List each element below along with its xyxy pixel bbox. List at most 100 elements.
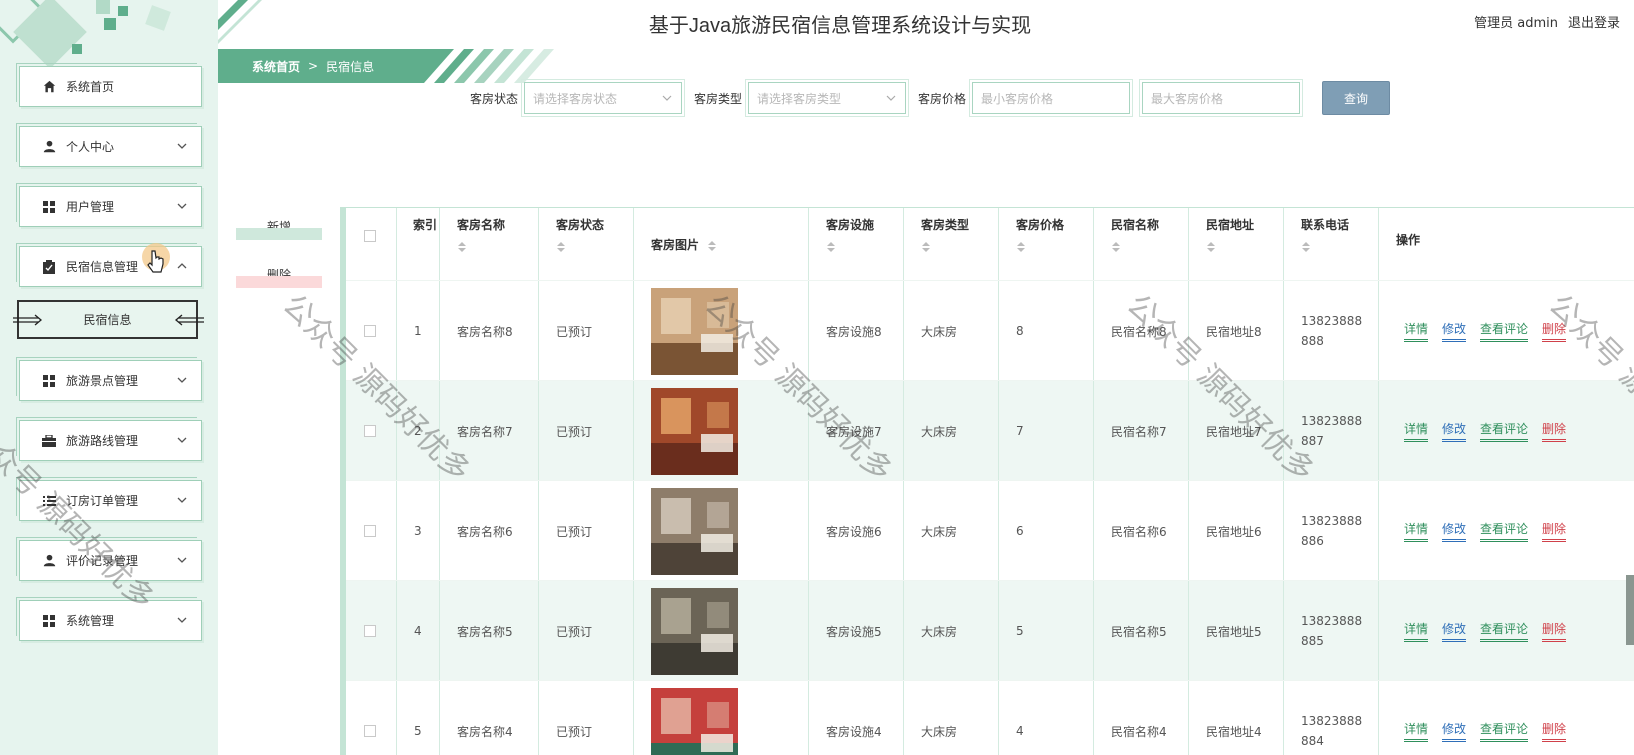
col-address[interactable]: 民宿地址 — [1189, 208, 1284, 280]
col-phone[interactable]: 联系电话 — [1284, 208, 1379, 280]
col-address-label: 民宿地址 — [1206, 218, 1255, 232]
row-checkbox[interactable] — [364, 325, 376, 337]
room-type-placeholder: 请选择客房类型 — [757, 91, 842, 106]
breadcrumb-home[interactable]: 系统首页 — [252, 58, 300, 75]
view-comments-link[interactable]: 查看评论 — [1480, 420, 1529, 442]
room-thumbnail[interactable] — [651, 287, 738, 375]
cursor-hand-icon — [142, 243, 170, 273]
edit-link[interactable]: 修改 — [1442, 620, 1467, 642]
sort-icon[interactable] — [1111, 241, 1121, 253]
room-thumbnail[interactable] — [651, 687, 738, 755]
query-button[interactable]: 查询 — [1322, 81, 1391, 115]
view-comments-link[interactable]: 查看评论 — [1480, 620, 1529, 642]
chevron-down-icon — [177, 143, 187, 149]
delete-link[interactable]: 删除 — [1542, 720, 1567, 742]
sort-icon[interactable] — [1206, 241, 1216, 253]
sort-icon[interactable] — [826, 241, 836, 253]
breadcrumb-separator: > — [308, 59, 319, 73]
sort-icon[interactable] — [556, 241, 566, 253]
cell-phone-line2: 887 — [1301, 434, 1324, 448]
min-price-input[interactable]: 最小客房价格 — [969, 79, 1134, 117]
briefcase-icon — [42, 434, 56, 448]
col-room-name[interactable]: 客房名称 — [440, 208, 539, 280]
cell-phone: 13823888 888 — [1284, 281, 1379, 381]
row-checkbox[interactable] — [364, 625, 376, 637]
sidebar-item-user-management[interactable]: 用户管理 — [16, 183, 202, 227]
delete-link[interactable]: 删除 — [1542, 320, 1567, 342]
edit-link[interactable]: 修改 — [1442, 520, 1467, 542]
detail-link[interactable]: 详情 — [1404, 520, 1429, 542]
cell-index: 3 — [397, 481, 440, 581]
detail-link[interactable]: 详情 — [1404, 620, 1429, 642]
sort-icon[interactable] — [457, 241, 467, 253]
delete-button[interactable]: 删除 — [236, 266, 322, 292]
view-comments-link[interactable]: 查看评论 — [1480, 720, 1529, 742]
logout-link[interactable]: 退出登录 — [1568, 12, 1620, 31]
cell-phone-line1: 13823888 — [1301, 614, 1363, 628]
sidebar-item-route-management[interactable]: 旅游路线管理 — [16, 417, 202, 461]
room-thumbnail[interactable] — [651, 487, 738, 575]
cell-room-image — [634, 381, 809, 481]
chevron-down-icon — [177, 497, 187, 503]
col-price[interactable]: 客房价格 — [999, 208, 1094, 280]
row-checkbox[interactable] — [364, 525, 376, 537]
max-price-input[interactable]: 最大客房价格 — [1139, 79, 1304, 117]
grid-icon — [42, 374, 56, 388]
view-comments-link[interactable]: 查看评论 — [1480, 320, 1529, 342]
room-type-select[interactable]: 请选择客房类型 — [745, 79, 910, 117]
chevron-down-icon — [177, 377, 187, 383]
sidebar-item-label: 系统首页 — [66, 80, 115, 94]
sidebar-item-review-management[interactable]: 评价记录管理 — [16, 537, 202, 581]
room-status-select[interactable]: 请选择客房状态 — [521, 79, 686, 117]
room-thumbnail[interactable] — [651, 587, 738, 675]
col-room-status[interactable]: 客房状态 — [539, 208, 634, 280]
edit-link[interactable]: 修改 — [1442, 720, 1467, 742]
detail-link[interactable]: 详情 — [1404, 320, 1429, 342]
sort-icon[interactable] — [1301, 241, 1311, 253]
sort-icon[interactable] — [921, 241, 931, 253]
sidebar-item-booking-management[interactable]: 订房订单管理 — [16, 477, 202, 521]
row-checkbox[interactable] — [364, 425, 376, 437]
chevron-down-icon — [662, 95, 672, 101]
data-table: 索引 客房名称 客房状态 客房图片 客房设施 客房类型 客房价格 民宿名称 民宿… — [340, 207, 1634, 755]
delete-link[interactable]: 删除 — [1542, 520, 1567, 542]
edit-link[interactable]: 修改 — [1442, 320, 1467, 342]
sidebar-item-home[interactable]: 系统首页 — [16, 63, 202, 107]
sidebar-subitem-homestay-info[interactable]: 民宿信息 — [13, 300, 204, 339]
add-button[interactable]: 新增 — [236, 218, 322, 244]
edit-link[interactable]: 修改 — [1442, 420, 1467, 442]
col-facilities[interactable]: 客房设施 — [809, 208, 904, 280]
cell-price: 4 — [999, 681, 1094, 755]
cell-index: 5 — [397, 681, 440, 755]
delete-link[interactable]: 删除 — [1542, 420, 1567, 442]
sidebar-item-system-management[interactable]: 系统管理 — [16, 597, 202, 641]
table-row: 2 客房名称7 已预订 客房设施7 大床房 7 民宿名称7 民宿地址7 13823888 8… — [346, 380, 1634, 481]
col-homestay-name[interactable]: 民宿名称 — [1094, 208, 1189, 280]
row-checkbox[interactable] — [364, 725, 376, 737]
select-all-checkbox[interactable] — [364, 230, 376, 242]
cell-index: 4 — [397, 581, 440, 681]
sidebar-item-homestay-management[interactable]: 民宿信息管理 — [16, 243, 202, 287]
view-comments-link[interactable]: 查看评论 — [1480, 520, 1529, 542]
sort-icon[interactable] — [707, 240, 717, 252]
header-decor — [218, 0, 262, 44]
col-ops-label: 操作 — [1396, 233, 1421, 247]
table-row: 4 客房名称5 已预订 客房设施5 大床房 5 民宿名称5 民宿地址5 13823888 8… — [346, 580, 1634, 681]
scrollbar[interactable] — [1626, 575, 1634, 645]
detail-link[interactable]: 详情 — [1404, 420, 1429, 442]
cell-facilities: 客房设施8 — [809, 281, 904, 381]
cell-index: 1 — [397, 281, 440, 381]
col-room-image[interactable]: 客房图片 — [634, 208, 809, 280]
cell-room-status: 已预订 — [539, 581, 634, 681]
delete-link[interactable]: 删除 — [1542, 620, 1567, 642]
sidebar-item-attraction-management[interactable]: 旅游景点管理 — [16, 357, 202, 401]
sidebar-item-personal-center[interactable]: 个人中心 — [16, 123, 202, 167]
room-thumbnail[interactable] — [651, 387, 738, 475]
cell-homestay-name: 民宿名称8 — [1094, 281, 1189, 381]
cell-phone-line1: 13823888 — [1301, 714, 1363, 728]
col-room-type[interactable]: 客房类型 — [904, 208, 999, 280]
sort-icon[interactable] — [1016, 241, 1026, 253]
detail-link[interactable]: 详情 — [1404, 720, 1429, 742]
user-label: 管理员 admin — [1474, 16, 1558, 31]
cell-room-type: 大床房 — [904, 281, 999, 381]
